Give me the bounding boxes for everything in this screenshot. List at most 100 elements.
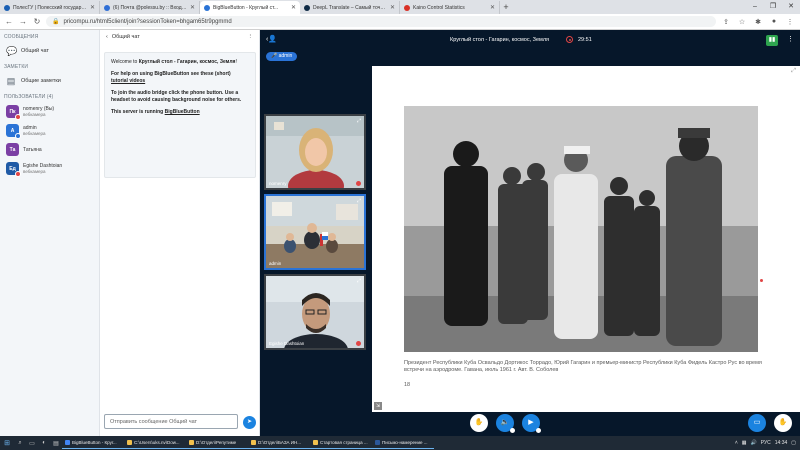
forward-icon[interactable]: → [18, 17, 28, 26]
welcome-line: Welcome to Круглый стол - Гагарин, космо… [111, 59, 237, 65]
chat-options-icon[interactable]: ⋮ [248, 34, 254, 40]
webcam-feed-room [266, 196, 364, 268]
chat-title: Общий чат [111, 34, 140, 40]
webcam-user-name: Egishe Dashtoian [269, 341, 305, 346]
close-icon[interactable]: ✕ [490, 4, 495, 11]
microphone-muted-icon [15, 114, 21, 120]
task-view-icon[interactable]: ▭ [26, 440, 38, 447]
search-icon[interactable]: ⌕ [14, 440, 26, 447]
folder-icon [127, 440, 132, 445]
taskbar-app[interactable]: C:\Users\uks.nv\Dow... [124, 437, 186, 449]
notifications-icon[interactable]: ▢ [791, 440, 796, 446]
language-indicator[interactable]: РУС [761, 440, 771, 446]
share-icon[interactable]: ⇪ [720, 18, 732, 26]
shared-notes-item[interactable]: ▤ Общие заметки [0, 72, 99, 90]
user-list-item[interactable]: Пк nomenry (Вы) вебкамера [0, 102, 99, 121]
windows-start-icon[interactable]: ⊞ [0, 439, 14, 447]
user-list-item[interactable]: Та Татьяна [0, 140, 99, 159]
screen-share-button[interactable]: ▭ [748, 414, 766, 432]
network-icon[interactable]: ▦ [742, 440, 747, 446]
chat-message-input[interactable]: Отправить сообщение Общий чат [104, 414, 238, 429]
public-chat-item[interactable]: 💬 Общий чат [0, 42, 99, 60]
close-icon[interactable]: ✕ [190, 4, 195, 11]
fullscreen-icon[interactable]: ⤢ [357, 118, 361, 124]
system-tray: ˄ ▦ 🔊 РУС 14:34 ▢ [735, 440, 800, 446]
close-window-button[interactable]: ✕ [782, 0, 800, 14]
close-icon[interactable]: ✕ [291, 4, 296, 11]
recording-indicator-icon[interactable] [566, 36, 573, 43]
hide-chat-button[interactable]: ‹ [106, 34, 108, 40]
back-icon[interactable]: ← [4, 17, 14, 26]
browser-tab[interactable]: ПолесГУ | Полесский государст... ✕ [0, 1, 100, 14]
bookmark-star-icon[interactable]: ☆ [736, 18, 748, 26]
help-line: For help on using BigBlueButton see thes… [111, 71, 231, 84]
user-list-item[interactable]: Ед Egishe Dashtoian вебкамера [0, 159, 99, 178]
fullscreen-icon[interactable]: ⤢ [357, 278, 361, 284]
webcam-tile[interactable]: Egishe Dashtoian ⤢ [264, 274, 366, 350]
avatar: Ед [6, 162, 21, 177]
browser-tab-strip: ПолесГУ | Полесский государст... ✕ (6) По… [0, 0, 800, 14]
user-status: вебкамера [23, 131, 46, 136]
tutorial-videos-link[interactable]: tutorial videos [111, 78, 145, 84]
bigbluebutton-link[interactable]: BigBlueButton [165, 109, 200, 115]
chrome-icon [65, 440, 70, 445]
taskbar-app[interactable]: D:\Отдел\БАЗА ИН... [248, 437, 310, 449]
raise-hand-button[interactable]: ✋ [470, 414, 488, 432]
profile-icon[interactable]: ● [768, 18, 780, 25]
microphone-icon [15, 133, 21, 139]
close-icon[interactable]: ✕ [390, 4, 395, 11]
connection-status-icon[interactable]: ▮▮ [766, 35, 778, 46]
close-icon[interactable]: ✕ [90, 4, 95, 11]
word-icon [375, 440, 380, 445]
tray-arrow-icon[interactable]: ˄ [735, 440, 738, 446]
fullscreen-icon[interactable]: ⤢ [357, 198, 361, 204]
user-status: вебкамера [23, 112, 46, 117]
audio-button[interactable]: 🔈 [496, 414, 515, 433]
bigbluebutton-app: СООБЩЕНИЯ 💬 Общий чат ЗАМЕТКИ ▤ Общие за… [0, 30, 800, 436]
avatar: Пк [6, 105, 21, 120]
file-explorer-icon[interactable]: ▤ [50, 440, 62, 447]
tab-title: BigBlueButton - Круглый ст... [213, 4, 279, 11]
reactions-button[interactable]: ✋ [774, 414, 792, 432]
tab-title: Kaino Control Statistics [413, 4, 465, 11]
minimize-presentation-button[interactable]: ⇲ [374, 402, 382, 410]
browser-tab[interactable]: DeepL Translate – Самый точны... ✕ [300, 1, 400, 14]
reload-icon[interactable]: ↻ [32, 17, 42, 26]
webcam-button[interactable]: ▶ [522, 414, 541, 433]
action-bar: ✋ 🔈 ▶ ▭ ✋ [260, 412, 800, 436]
minimize-button[interactable]: – [746, 0, 764, 14]
browser-tab[interactable]: (6) Почта @polessu.by :: Входящ... ✕ [100, 1, 200, 14]
presenter-talking-indicator: 🎤 admin [266, 52, 298, 61]
microphone-muted-icon [356, 181, 361, 186]
webcam-feed-woman [266, 116, 364, 188]
tab-favicon-icon [304, 4, 310, 11]
fullscreen-icon[interactable]: ⤢ [791, 68, 796, 75]
taskbar-app[interactable]: Стартовая страница ... [310, 437, 372, 449]
new-tab-button[interactable]: + [500, 1, 512, 14]
tab-title: (6) Почта @polessu.by :: Входящ... [113, 4, 187, 11]
taskbar-app[interactable]: Письмо-намерение ... [372, 437, 434, 449]
clock[interactable]: 14:34 [775, 440, 788, 446]
toggle-userlist-icon[interactable]: ‹👤 [266, 35, 277, 43]
presenter-cursor [760, 279, 763, 282]
taskbar-app[interactable]: BigBlueButton - Круг... [62, 437, 124, 449]
edge-icon[interactable]: ◐ [38, 440, 50, 446]
browser-icon [313, 440, 318, 445]
extensions-icon[interactable]: ✱ [752, 18, 764, 26]
maximize-button[interactable]: ❐ [764, 0, 782, 14]
user-list-item[interactable]: A admin вебкамера [0, 121, 99, 140]
webcam-user-name: admin [269, 261, 282, 266]
webcam-tile-active[interactable]: admin ⤢ [264, 194, 366, 270]
lock-icon: 🔒 [52, 19, 60, 25]
presentation-slide[interactable]: ⤢ Президент Республики Куба Освальдо Дор… [372, 66, 800, 412]
server-line: This server is running BigBlueButton [111, 109, 200, 115]
browser-menu-icon[interactable]: ⋮ [784, 18, 796, 26]
browser-tab-active[interactable]: BigBlueButton - Круглый ст... ✕ [200, 1, 300, 14]
options-menu-icon[interactable]: ⋮ [787, 35, 794, 43]
webcam-tile[interactable]: nomenry ⤢ [264, 114, 366, 190]
url-field[interactable]: 🔒 pricompu.ru/html5client/join?sessionTo… [46, 16, 716, 27]
taskbar-app[interactable]: D:\Отдел\Репутиме [186, 437, 248, 449]
send-button[interactable]: ➤ [243, 416, 256, 429]
volume-icon[interactable]: 🔊 [751, 440, 757, 446]
browser-tab[interactable]: Kaino Control Statistics ✕ [400, 1, 500, 14]
